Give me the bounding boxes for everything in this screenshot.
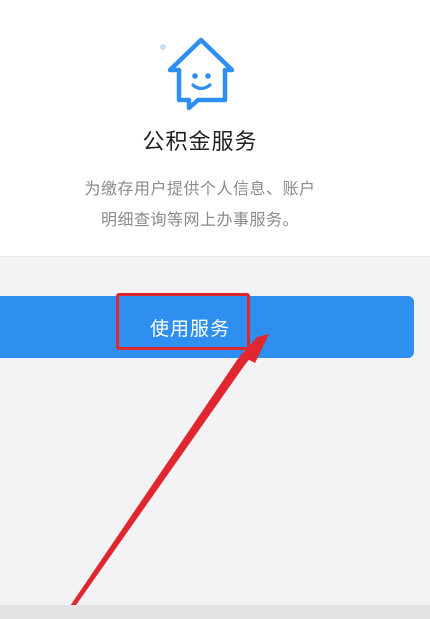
service-description-line-2: 明细查询等网上办事服务。 — [100, 210, 299, 229]
use-service-button[interactable]: 使用服务 — [0, 296, 414, 358]
service-title: 公积金服务 — [142, 130, 258, 155]
service-info-card: 公积金服务 为缴存用户提供个人信息、账户 明细查询等网上办事服务。 — [0, 0, 430, 257]
use-service-label: 使用服务 — [150, 318, 231, 340]
house-smile-icon — [155, 36, 245, 111]
bottom-strip — [0, 605, 430, 619]
service-description-line-1: 为缴存用户提供个人信息、账户 — [84, 179, 316, 198]
